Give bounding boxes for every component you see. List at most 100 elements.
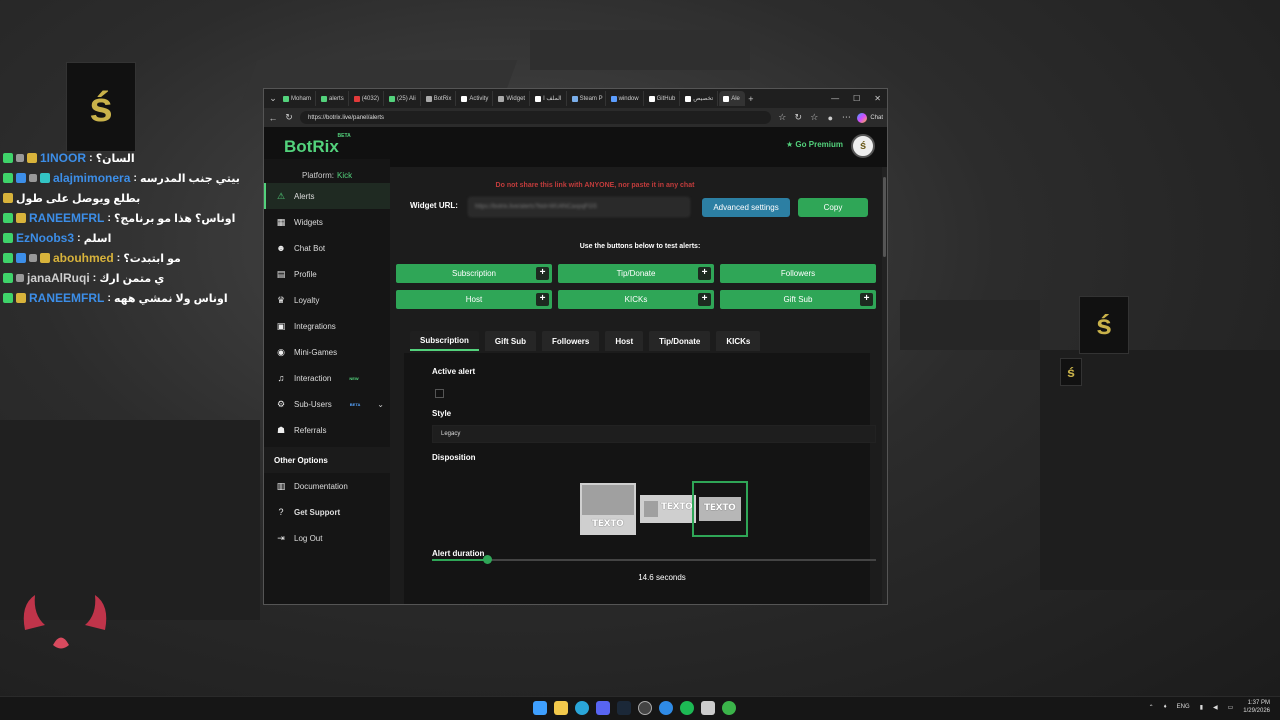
tray-chevron-icon[interactable]: ⌃ xyxy=(1149,704,1154,711)
xbox-icon[interactable] xyxy=(722,701,736,715)
sidebar-item-sub-users[interactable]: ⚙ Sub-Users BETA ⌄ xyxy=(264,391,390,417)
test-host-button[interactable]: Host + xyxy=(396,290,552,309)
tab-subscription[interactable]: Subscription xyxy=(410,331,479,351)
new-tab-button[interactable]: + xyxy=(746,94,756,104)
steam-icon[interactable] xyxy=(617,701,631,715)
chat-text: اوناس؟ هذا مو برنامج؟ xyxy=(114,212,236,225)
obs-icon[interactable] xyxy=(638,701,652,715)
plus-icon[interactable]: + xyxy=(536,293,549,306)
blue-badge-icon xyxy=(16,253,26,263)
microphone-icon[interactable]: ♦ xyxy=(1164,704,1167,710)
active-alert-label: Active alert xyxy=(432,367,476,376)
active-alert-checkbox[interactable] xyxy=(435,389,444,398)
advanced-settings-button[interactable]: Advanced settings xyxy=(702,198,790,217)
sidebar-item-interaction[interactable]: ♫ Interaction NEW xyxy=(264,365,390,391)
refresh-icon[interactable]: ↻ xyxy=(284,112,294,123)
browser-tab[interactable]: BotRix xyxy=(422,91,457,106)
back-icon[interactable]: ← xyxy=(268,113,278,123)
go-premium-button[interactable]: ★ Go Premium xyxy=(786,140,843,149)
browser-tab[interactable]: الملف ا xyxy=(531,91,567,106)
volume-icon[interactable]: ◀ xyxy=(1213,704,1218,711)
sidebar-item-referrals[interactable]: ☗ Referrals xyxy=(264,417,390,443)
sidebar-item-profile[interactable]: ▤ Profile xyxy=(264,261,390,287)
browser-tab[interactable]: alerts xyxy=(317,91,349,106)
chevron-down-icon[interactable]: ⌄ xyxy=(377,400,384,409)
browser-tab[interactable]: window xyxy=(607,91,644,106)
discord-icon[interactable] xyxy=(596,701,610,715)
file-explorer-icon[interactable] xyxy=(554,701,568,715)
calculator-icon[interactable] xyxy=(701,701,715,715)
page-scrollbar[interactable] xyxy=(882,167,887,604)
test-gift-sub-button[interactable]: Gift Sub + xyxy=(720,290,876,309)
browser-tab[interactable]: Ale xyxy=(719,91,745,106)
chat-username: EzNoobs3 xyxy=(16,231,75,245)
start-icon[interactable] xyxy=(533,701,547,715)
plus-icon[interactable]: + xyxy=(698,293,711,306)
sidebar-item-widgets[interactable]: ▦ Widgets xyxy=(264,209,390,235)
widget-url-label: Widget URL: xyxy=(410,201,458,210)
app-icon[interactable] xyxy=(659,701,673,715)
brand-logo[interactable]: BotRix BETA xyxy=(284,133,351,157)
url-input[interactable]: https://botrix.live/panel/alerts xyxy=(300,111,772,124)
copilot-chat-button[interactable]: Chat xyxy=(857,112,883,123)
browser-tab[interactable]: (4032) xyxy=(350,91,385,106)
spotify-icon[interactable] xyxy=(680,701,694,715)
scrollbar-thumb[interactable] xyxy=(883,177,886,257)
edge-icon[interactable] xyxy=(575,701,589,715)
close-icon[interactable]: ✕ xyxy=(874,94,881,103)
tab-list-icon[interactable]: ⌄ xyxy=(268,93,278,104)
alert-duration-slider[interactable] xyxy=(432,555,876,564)
tab-label: Activity xyxy=(469,95,489,102)
sidebar-item-integrations[interactable]: ▣ Integrations xyxy=(264,313,390,339)
network-icon[interactable]: ▮ xyxy=(1200,704,1203,711)
browser-tab[interactable]: تخصيص xyxy=(681,91,719,106)
maximize-icon[interactable]: ☐ xyxy=(853,94,860,103)
profile-icon[interactable]: ● xyxy=(825,113,835,123)
favorite-icon[interactable]: ☆ xyxy=(777,112,787,123)
tab-tip-donate[interactable]: Tip/Donate xyxy=(649,331,711,351)
test-subscription-button[interactable]: Subscription + xyxy=(396,264,552,283)
test-tip-donate-button[interactable]: Tip/Donate + xyxy=(558,264,714,283)
avatar[interactable]: ś xyxy=(851,134,875,158)
browser-tab[interactable]: Steam P xyxy=(568,91,606,106)
tab-followers[interactable]: Followers xyxy=(542,331,600,351)
more-icon[interactable]: ⋯ xyxy=(841,112,851,123)
sidebar-item-log-out[interactable]: ⇥ Log Out xyxy=(264,525,390,551)
sidebar-item-chat-bot[interactable]: ☻ Chat Bot xyxy=(264,235,390,261)
sidebar-item-get-support[interactable]: ? Get Support xyxy=(264,499,390,525)
tab-label: Widget xyxy=(506,95,526,102)
browser-tab[interactable]: Activity xyxy=(457,91,494,106)
slider-thumb[interactable] xyxy=(482,555,492,564)
widget-url-input[interactable]: https://botrix.live/alerts?bid=WU4NCaxpq… xyxy=(468,197,690,217)
browser-tab[interactable]: Moham xyxy=(279,91,317,106)
plus-icon[interactable]: + xyxy=(860,293,873,306)
sidebar-item-loyalty[interactable]: ♛ Loyalty xyxy=(264,287,390,313)
style-select[interactable]: Legacy xyxy=(432,425,876,443)
disposition-option-overlay[interactable]: TEXTO xyxy=(692,481,748,537)
tab-host[interactable]: Host xyxy=(605,331,644,351)
extensions-icon[interactable]: ↻ xyxy=(793,112,803,123)
green-badge-icon xyxy=(3,253,13,263)
language-indicator[interactable]: ENG xyxy=(1177,704,1190,710)
plus-icon[interactable]: + xyxy=(698,267,711,280)
clock[interactable]: 1:37 PM 1/29/2026 xyxy=(1243,699,1270,715)
sidebar-item-documentation[interactable]: ▥ Documentation xyxy=(264,473,390,499)
disposition-option-stacked[interactable]: TEXTO xyxy=(580,483,636,535)
test-kicks-button[interactable]: KICKs + xyxy=(558,290,714,309)
tab-gift-sub[interactable]: Gift Sub xyxy=(484,331,536,351)
tab-kicks[interactable]: KICKs xyxy=(716,331,761,351)
music-icon: ♫ xyxy=(277,373,285,383)
tab-label: (4032) xyxy=(361,95,380,102)
browser-tab[interactable]: Widget xyxy=(494,91,531,106)
browser-tab[interactable]: (25) Ali xyxy=(385,91,421,106)
sidebar-item-alerts[interactable]: ⚠ Alerts xyxy=(264,183,390,209)
disposition-option-side[interactable]: TEXTO xyxy=(640,495,696,523)
sidebar-item-mini-games[interactable]: ◉ Mini-Games xyxy=(264,339,390,365)
minimize-icon[interactable]: — xyxy=(831,94,839,103)
browser-tab[interactable]: GitHub xyxy=(645,91,681,106)
plus-icon[interactable]: + xyxy=(536,267,549,280)
copy-button[interactable]: Copy xyxy=(798,198,868,217)
collections-icon[interactable]: ☆ xyxy=(809,112,819,123)
test-followers-button[interactable]: Followers xyxy=(720,264,876,283)
battery-icon[interactable]: ▭ xyxy=(1228,704,1234,711)
